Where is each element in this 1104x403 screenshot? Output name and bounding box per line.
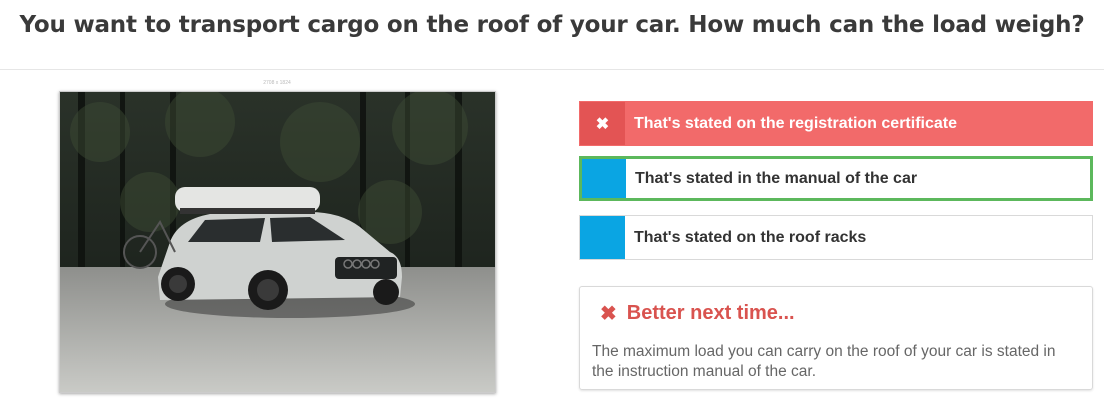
header-divider — [0, 69, 1104, 70]
answer-option-registration-certificate[interactable]: ✖ That's stated on the registration cert… — [579, 101, 1093, 146]
feedback-title: Better next time... — [626, 302, 795, 324]
answer-option-roof-racks[interactable]: That's stated on the roof racks — [579, 215, 1093, 260]
answer-marker — [582, 159, 626, 198]
answer-label: That's stated on the registration certif… — [634, 114, 957, 132]
answer-marker — [580, 216, 625, 259]
close-icon: ✖ — [600, 303, 617, 325]
answer-label: That's stated in the manual of the car — [635, 169, 918, 187]
close-icon: ✖ — [580, 102, 625, 145]
question-title: You want to transport cargo on the roof … — [19, 12, 1085, 38]
answer-label: That's stated on the roof racks — [634, 228, 867, 246]
answer-option-car-manual[interactable]: That's stated in the manual of the car — [579, 156, 1093, 201]
photo-caption: 2708 x 1824 — [263, 80, 291, 86]
feedback-text: The maximum load you can carry on the ro… — [592, 343, 1056, 380]
question-photo — [59, 91, 496, 393]
feedback-panel: ✖ Better next time... The maximum load y… — [579, 286, 1093, 390]
